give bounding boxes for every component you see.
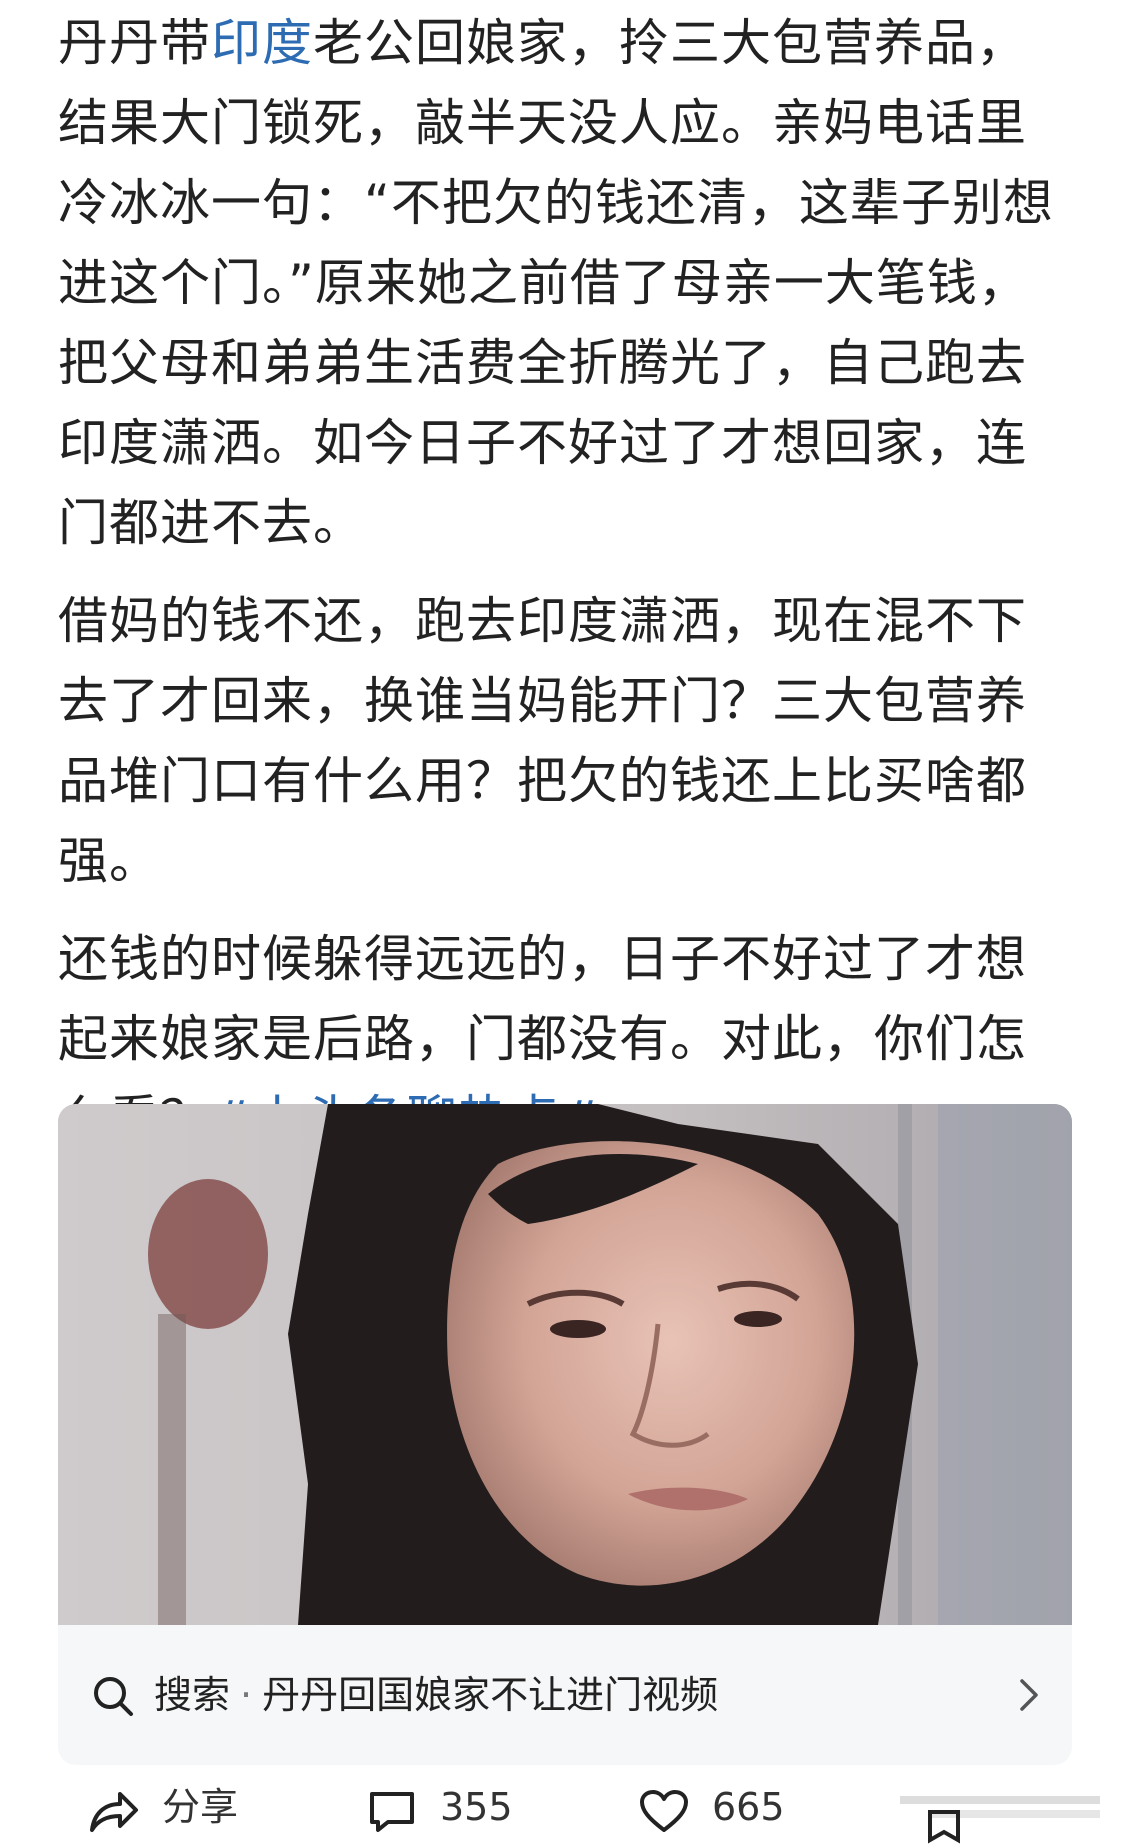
more-button[interactable] — [900, 1780, 1100, 1844]
like-button[interactable]: 665 — [638, 1780, 798, 1838]
action-bar: 分享 355 665 — [0, 1780, 1132, 1844]
woman-face-image — [58, 1104, 1072, 1625]
like-count: 665 — [712, 1785, 785, 1829]
india-link[interactable]: 印度 — [211, 14, 313, 72]
post-paragraph-1-rest: 老公回娘家，拎三大包营养品，结果大门锁死，敲半天没人应。亲妈电话里冷冰冰一句：“… — [58, 14, 1054, 552]
more-icon — [900, 1796, 1100, 1844]
search-query: 丹丹回国娘家不让进门视频 — [262, 1673, 719, 1717]
search-label: 搜索 — [154, 1673, 231, 1717]
heart-icon — [640, 1790, 688, 1832]
share-icon — [90, 1792, 138, 1832]
comment-icon — [370, 1792, 414, 1832]
chevron-right-icon — [1020, 1679, 1038, 1711]
post-body: 丹丹带印度老公回娘家，拎三大包营养品，结果大门锁死，敲半天没人应。亲妈电话里冷冰… — [58, 0, 1068, 1159]
search-separator: · — [240, 1673, 253, 1717]
post-video-thumbnail[interactable] — [58, 1104, 1072, 1625]
post-paragraph-1-start: 丹丹带 — [58, 14, 211, 72]
related-search-bar[interactable]: 搜索 · 丹丹回国娘家不让进门视频 — [58, 1625, 1072, 1765]
share-label: 分享 — [162, 1785, 239, 1829]
post-paragraph-2: 借妈的钱不还，跑去印度潇洒，现在混不下去了才回来，换谁当妈能开门？三大包营养品堆… — [58, 592, 1027, 890]
comment-button[interactable]: 355 — [366, 1780, 526, 1838]
post-paragraph-1: 丹丹带印度老公回娘家，拎三大包营养品，结果大门锁死，敲半天没人应。亲妈电话里冷冰… — [58, 3, 1068, 563]
comment-count: 355 — [440, 1785, 513, 1829]
share-button[interactable]: 分享 — [88, 1780, 268, 1838]
search-icon — [94, 1677, 133, 1716]
search-text: 搜索 · 丹丹回国娘家不让进门视频 — [154, 1668, 718, 1722]
